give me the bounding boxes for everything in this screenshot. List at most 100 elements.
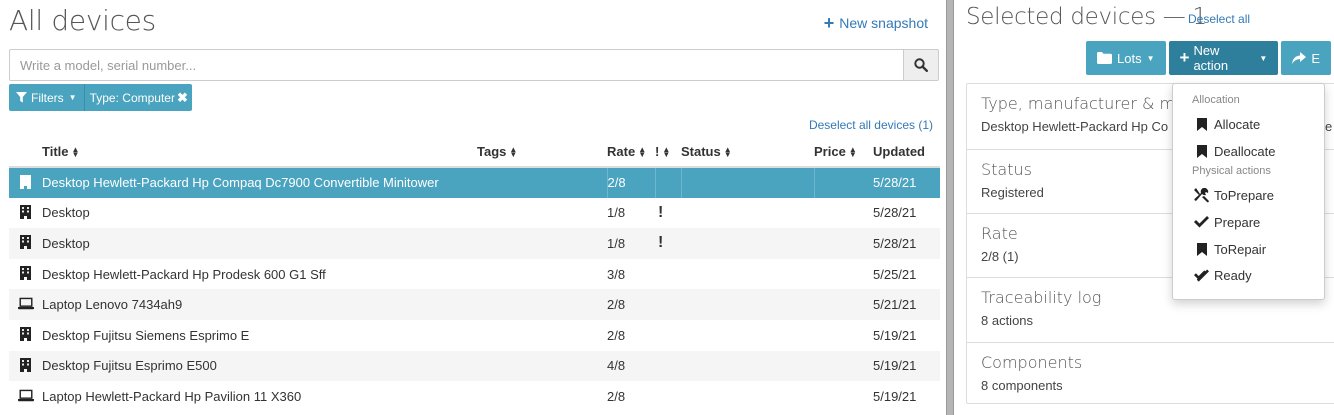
row-price (814, 259, 873, 290)
search-button[interactable] (903, 49, 939, 81)
export-button[interactable]: E (1281, 41, 1331, 75)
header-issues[interactable]: ! ▲ ▼ (655, 137, 681, 168)
header-updated[interactable]: Updated (873, 137, 940, 168)
new-snapshot-link[interactable]: + New snapshot (824, 12, 928, 33)
filter-icon (16, 92, 27, 103)
laptop-icon[interactable] (17, 388, 34, 404)
row-rate: 1/8 (607, 205, 626, 221)
row-rate: 3/8 (607, 266, 626, 282)
row-price (814, 320, 873, 351)
table-row[interactable]: Desktop Fujitsu Esprimo E500 4/8 5/19/21 (9, 350, 940, 382)
export-label: E (1311, 50, 1320, 66)
deselect-all-link[interactable]: Deselect all (1188, 12, 1250, 26)
table-header-row: Title ▲ ▼ Tags ▲ ▼ Rate ▲ ▼ ! ▲ ▼ Status ▲ ▼ Price… (9, 137, 940, 168)
issue-icon: ! (658, 203, 664, 221)
menu-item-label: Ready (1214, 268, 1252, 284)
folder-icon (1097, 52, 1112, 64)
menu-item-ready[interactable]: Ready (1173, 262, 1324, 289)
lots-button[interactable]: Lots ▼ (1086, 41, 1166, 75)
row-updated: 5/19/21 (873, 388, 917, 404)
menu-item-toprepare[interactable]: ToPrepare (1173, 182, 1324, 209)
selected-devices-panel: Selected devices — 1 Deselect all Lots ▼… (955, 0, 1334, 415)
header-price[interactable]: Price ▲ ▼ (814, 137, 873, 168)
menu-item-label: ToPrepare (1214, 188, 1274, 204)
row-title[interactable]: Desktop (42, 228, 477, 259)
row-tags (477, 289, 607, 320)
desktop-icon[interactable] (18, 234, 34, 250)
row-rate: 2/8 (607, 327, 626, 343)
type-filter-chip: Type: Computer ✖ (84, 84, 192, 111)
header-tags[interactable]: Tags ▲ ▼ (477, 137, 607, 168)
table-row[interactable]: Desktop Hewlett-Packard Hp Compaq Dc7900… (9, 167, 940, 198)
row-issues: ! (655, 198, 681, 229)
row-title[interactable]: Desktop (42, 198, 477, 229)
filters-group: Filters ▼ Type: Computer ✖ (9, 84, 192, 111)
table-row[interactable]: Laptop Lenovo 7434ah9 2/8 5/21/21 (9, 289, 940, 320)
panel-resize-handle[interactable] (946, 0, 954, 415)
row-issues (655, 259, 681, 290)
sort-icon: ▲ ▼ (71, 144, 80, 159)
row-status (681, 381, 814, 412)
menu-item-label: Allocate (1214, 116, 1261, 132)
share-icon (1292, 52, 1307, 64)
row-status (681, 320, 814, 351)
search-input[interactable] (9, 49, 903, 81)
header-select (9, 137, 42, 168)
row-price (814, 198, 873, 229)
table-row[interactable]: Desktop Hewlett-Packard Hp Prodesk 600 G… (9, 259, 940, 290)
close-icon[interactable]: ✖ (177, 90, 188, 106)
sort-icon: ▲ ▼ (723, 144, 732, 159)
info-components-value: 8 components (981, 378, 1063, 393)
sort-icon: ▲ ▼ (662, 144, 671, 159)
row-tags (477, 381, 607, 412)
row-tags (477, 320, 607, 351)
info-components-section[interactable]: Components 8 components (967, 343, 1334, 403)
row-select (9, 198, 42, 229)
table-row[interactable]: Desktop Fujitsu Siemens Esprimo E 2/8 5/19… (9, 320, 940, 351)
row-title[interactable]: Laptop Hewlett-Packard Hp Pavilion 11 X3… (42, 381, 477, 412)
devices-table-body: Desktop Hewlett-Packard Hp Compaq Dc7900… (9, 167, 940, 412)
new-snapshot-label: New snapshot (839, 15, 928, 31)
new-action-dropdown: Allocation Allocate Deallocate Physical … (1172, 83, 1325, 300)
desktop-icon[interactable] (18, 357, 34, 373)
header-rate[interactable]: Rate ▲ ▼ (607, 137, 655, 168)
row-status (680, 167, 814, 198)
table-row[interactable]: Desktop 1/8! 5/28/21 (9, 198, 940, 229)
laptop-icon[interactable] (17, 296, 34, 312)
filters-button[interactable]: Filters ▼ (9, 84, 85, 111)
row-title[interactable]: Desktop Hewlett-Packard Hp Prodesk 600 G… (42, 259, 477, 290)
deselect-all-devices-link[interactable]: Deselect all devices (1) (809, 118, 933, 132)
row-title[interactable]: Laptop Lenovo 7434ah9 (42, 289, 477, 320)
row-price (814, 228, 873, 259)
menu-item-label: ToRepair (1214, 241, 1267, 257)
desktop-icon[interactable] (18, 265, 34, 281)
header-status[interactable]: Status ▲ ▼ (681, 137, 814, 168)
caret-down-icon: ▼ (1146, 53, 1155, 63)
info-type-value-overflow: e (1325, 119, 1333, 134)
devices-table: Title ▲ ▼ Tags ▲ ▼ Rate ▲ ▼ ! ▲ ▼ Status ▲ ▼ Price… (9, 137, 940, 412)
search-icon (914, 58, 928, 72)
row-price (814, 381, 873, 412)
row-rate: 2/8 (607, 289, 655, 320)
menu-item-deallocate[interactable]: Deallocate (1173, 138, 1324, 165)
header-title[interactable]: Title ▲ ▼ (42, 137, 477, 168)
row-title[interactable]: Desktop Hewlett-Packard Hp Compaq Dc7900… (42, 167, 477, 198)
bookmark-icon (1194, 242, 1209, 256)
menu-item-prepare[interactable]: Prepare (1173, 209, 1324, 236)
row-title[interactable]: Desktop Fujitsu Siemens Esprimo E (42, 320, 477, 351)
search-bar (9, 49, 939, 81)
table-row[interactable]: Desktop 1/8! 5/28/21 (9, 228, 940, 259)
row-select (9, 381, 42, 412)
new-action-button[interactable]: + New action ▼ (1168, 41, 1279, 75)
desktop-icon[interactable] (18, 326, 34, 342)
desktop-icon[interactable] (18, 174, 34, 190)
row-tags (477, 259, 607, 290)
table-row[interactable]: Laptop Hewlett-Packard Hp Pavilion 11 X3… (9, 381, 940, 412)
row-title[interactable]: Desktop Fujitsu Esprimo E500 (42, 350, 477, 382)
menu-item-torepair[interactable]: ToRepair (1173, 236, 1324, 263)
row-issues (654, 167, 681, 198)
menu-item-allocate[interactable]: Allocate (1173, 111, 1324, 138)
desktop-icon[interactable] (18, 204, 34, 220)
row-updated: 5/28/21 (873, 228, 940, 259)
caret-down-icon: ▼ (68, 93, 77, 102)
